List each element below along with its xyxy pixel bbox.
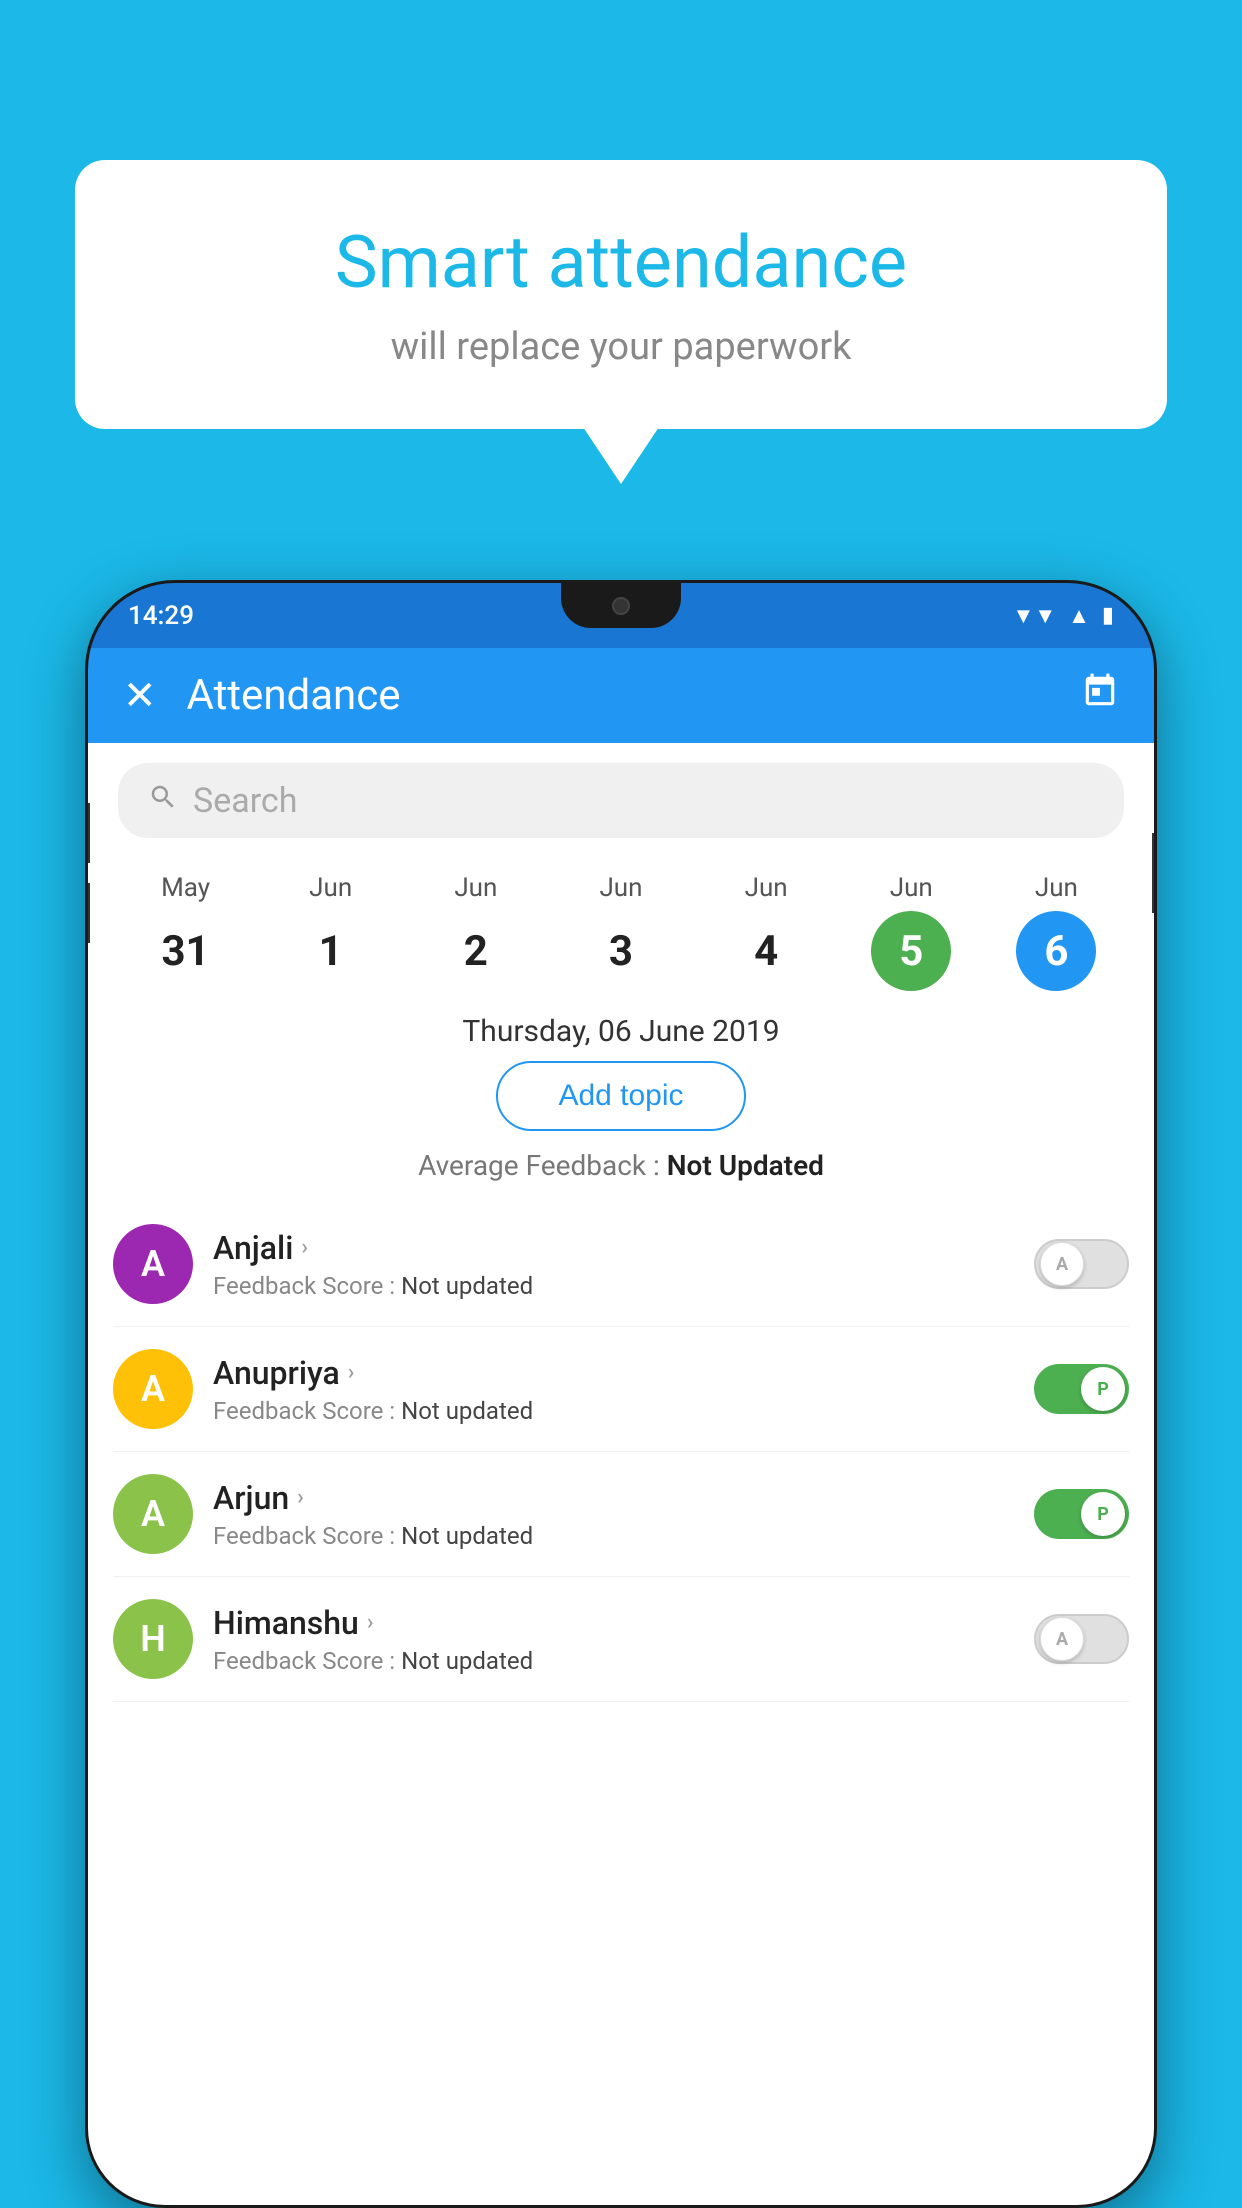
add-topic-button[interactable]: Add topic (496, 1061, 745, 1131)
date-number[interactable]: 31 (146, 911, 226, 991)
student-info: Arjun › Feedback Score : Not updated (193, 1479, 1034, 1550)
student-avatar: H (113, 1599, 193, 1679)
student-info: Anupriya › Feedback Score : Not updated (193, 1354, 1034, 1425)
date-item[interactable]: Jun 4 (726, 873, 806, 991)
date-item[interactable]: Jun 1 (291, 873, 371, 991)
student-name: Himanshu › (213, 1604, 1014, 1642)
feedback-value: Not updated (401, 1522, 533, 1550)
volume-down-button (88, 883, 90, 943)
toggle-knob: P (1081, 1492, 1125, 1536)
search-icon (148, 782, 178, 820)
attendance-toggle[interactable]: A (1034, 1239, 1129, 1289)
student-avatar: A (113, 1474, 193, 1554)
student-info: Anjali › Feedback Score : Not updated (193, 1229, 1034, 1300)
chevron-icon: › (348, 1360, 355, 1385)
search-bar[interactable]: Search (118, 763, 1124, 838)
date-item[interactable]: Jun 2 (436, 873, 516, 991)
attendance-toggle[interactable]: A (1034, 1614, 1129, 1664)
student-item[interactable]: A Arjun › Feedback Score : Not updated P (113, 1452, 1129, 1577)
student-item[interactable]: H Himanshu › Feedback Score : Not updated A (113, 1577, 1129, 1702)
wifi-icon: ▼▼ (1013, 603, 1057, 629)
toggle-knob: P (1081, 1367, 1125, 1411)
student-name: Anjali › (213, 1229, 1014, 1267)
phone-frame: 14:29 ▼▼ ▲ ▮ ✕ Attendance (85, 580, 1157, 2208)
date-month: Jun (890, 873, 933, 903)
app-bar-title: Attendance (187, 671, 401, 720)
date-item[interactable]: Jun 6 (1016, 873, 1096, 991)
volume-up-button (88, 803, 90, 863)
student-feedback: Feedback Score : Not updated (213, 1647, 1014, 1675)
app-bar-left: ✕ Attendance (123, 671, 401, 720)
date-row: May 31 Jun 1 Jun 2 Jun 3 Jun 4 Jun 5 Jun 6 (88, 858, 1154, 996)
chevron-icon: › (367, 1610, 374, 1635)
screen-content: Search May 31 Jun 1 Jun 2 Jun 3 Jun 4 Jun 5 Jun 6 Thu… (88, 743, 1154, 2205)
camera (612, 597, 630, 615)
student-name: Arjun › (213, 1479, 1014, 1517)
date-number[interactable]: 4 (726, 911, 806, 991)
date-month: May (161, 873, 210, 903)
search-placeholder: Search (193, 781, 297, 821)
attendance-toggle[interactable]: P (1034, 1489, 1129, 1539)
app-bar: ✕ Attendance (88, 648, 1154, 743)
date-number[interactable]: 3 (581, 911, 661, 991)
toggle-knob: A (1040, 1242, 1084, 1286)
student-list: AAnjali ›Feedback Score : Not updatedAAA… (88, 1202, 1154, 1702)
student-name: Anupriya › (213, 1354, 1014, 1392)
student-feedback: Feedback Score : Not updated (213, 1522, 1014, 1550)
avg-feedback: Average Feedback : Not Updated (88, 1149, 1154, 1182)
student-info: Himanshu › Feedback Score : Not updated (193, 1604, 1034, 1675)
date-number[interactable]: 6 (1016, 911, 1096, 991)
date-month: Jun (1035, 873, 1078, 903)
toggle-knob: A (1040, 1617, 1084, 1661)
student-feedback: Feedback Score : Not updated (213, 1272, 1014, 1300)
notch (561, 583, 681, 628)
speech-bubble-title: Smart attendance (155, 220, 1087, 305)
chevron-icon: › (301, 1235, 308, 1260)
feedback-value: Not updated (401, 1272, 533, 1300)
phone-inner: 14:29 ▼▼ ▲ ▮ ✕ Attendance (88, 583, 1154, 2205)
date-month: Jun (454, 873, 497, 903)
calendar-icon[interactable] (1081, 672, 1119, 720)
battery-icon: ▮ (1102, 603, 1114, 628)
date-month: Jun (745, 873, 788, 903)
chevron-icon: › (297, 1485, 304, 1510)
signal-icon: ▲ (1068, 603, 1090, 629)
attendance-toggle[interactable]: P (1034, 1364, 1129, 1414)
student-item[interactable]: A Anupriya › Feedback Score : Not updated P (113, 1327, 1129, 1452)
status-icons: ▼▼ ▲ ▮ (1013, 603, 1114, 629)
speech-bubble: Smart attendance will replace your paper… (75, 160, 1167, 429)
feedback-value: Not updated (401, 1647, 533, 1675)
feedback-value: Not updated (401, 1397, 533, 1425)
date-item[interactable]: Jun 3 (581, 873, 661, 991)
date-month: Jun (599, 873, 642, 903)
student-avatar: A (113, 1349, 193, 1429)
date-number[interactable]: 5 (871, 911, 951, 991)
avg-feedback-label: Average Feedback : (418, 1149, 667, 1182)
speech-bubble-subtitle: will replace your paperwork (155, 325, 1087, 369)
student-avatar: A (113, 1224, 193, 1304)
date-number[interactable]: 2 (436, 911, 516, 991)
student-feedback: Feedback Score : Not updated (213, 1397, 1014, 1425)
date-number[interactable]: 1 (291, 911, 371, 991)
power-button (1152, 833, 1154, 913)
status-time: 14:29 (128, 601, 194, 631)
avg-feedback-value: Not Updated (667, 1149, 824, 1182)
close-button[interactable]: ✕ (123, 672, 157, 719)
date-month: Jun (309, 873, 352, 903)
selected-date-label: Thursday, 06 June 2019 (88, 1014, 1154, 1049)
date-item[interactable]: May 31 (146, 873, 226, 991)
status-bar: 14:29 ▼▼ ▲ ▮ (88, 583, 1154, 648)
student-item[interactable]: A Anjali › Feedback Score : Not updated A (113, 1202, 1129, 1327)
date-item[interactable]: Jun 5 (871, 873, 951, 991)
